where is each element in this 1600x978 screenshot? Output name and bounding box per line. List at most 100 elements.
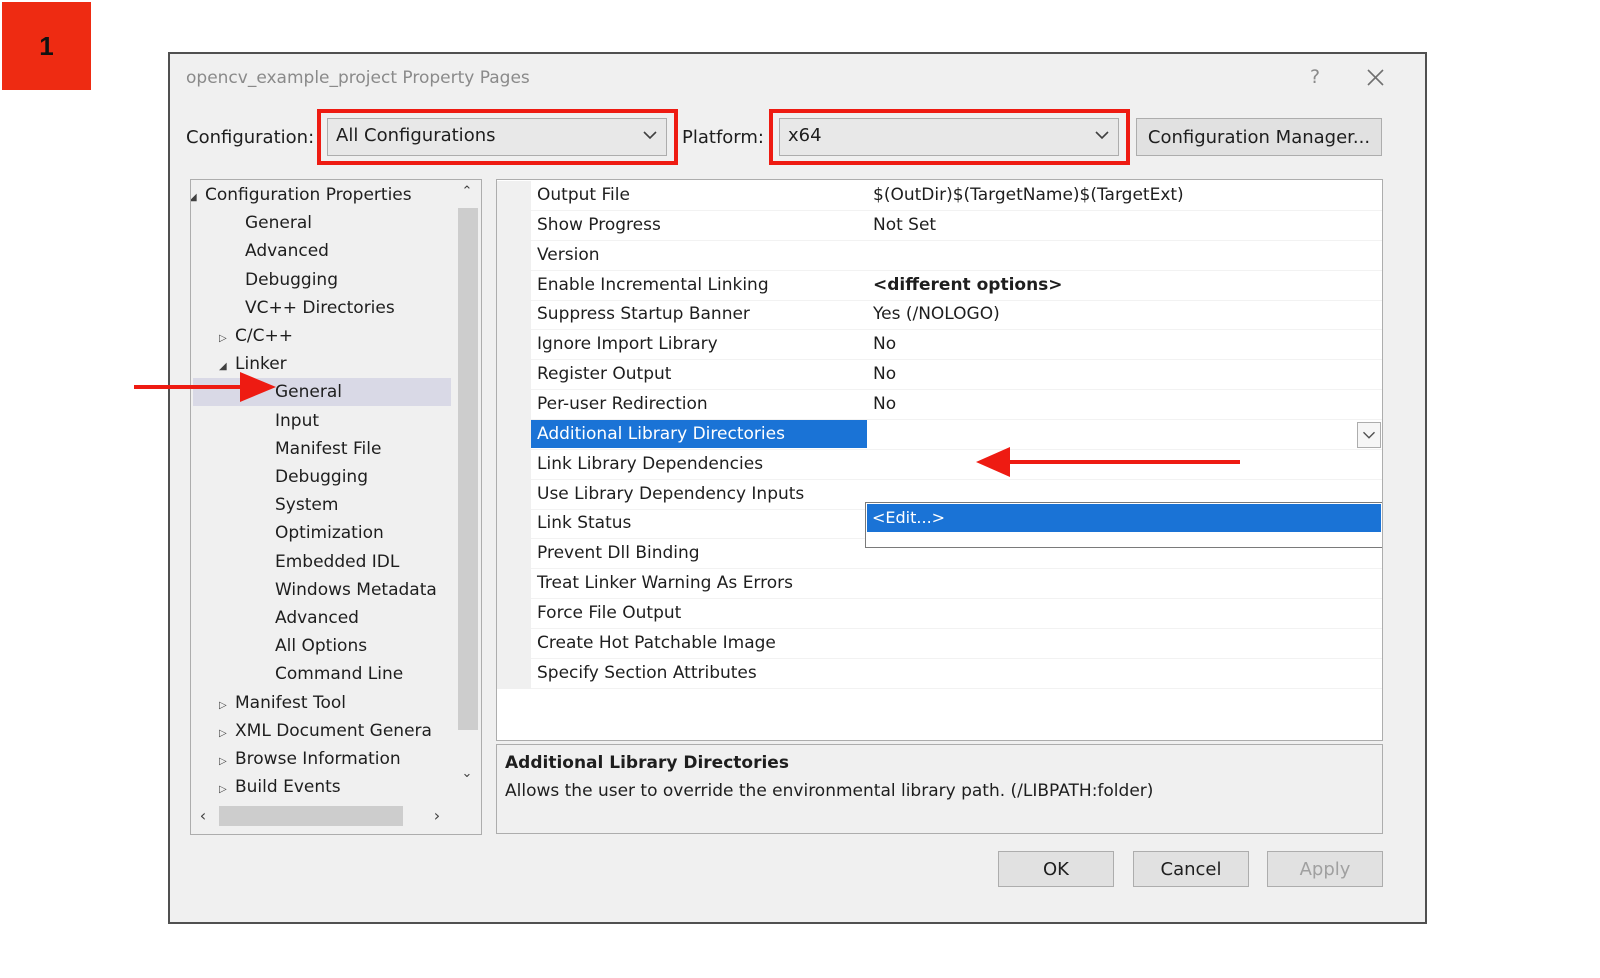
- property-row[interactable]: Show Progress Not Set: [497, 210, 1382, 241]
- property-value[interactable]: No: [873, 334, 896, 354]
- tree-item[interactable]: General: [193, 378, 451, 407]
- property-name: Register Output: [537, 364, 672, 385]
- property-name: Create Hot Patchable Image: [537, 632, 776, 653]
- tree-item[interactable]: Advanced: [191, 237, 453, 265]
- tree-item-label: System: [275, 495, 339, 516]
- tree-item-label: Advanced: [275, 608, 359, 628]
- row-gutter: [497, 628, 531, 659]
- property-name: Suppress Startup Banner: [537, 304, 750, 325]
- tree-item-label: Manifest File: [275, 438, 382, 459]
- vertical-scroll-thumb[interactable]: [458, 208, 478, 730]
- tree-item[interactable]: ▷ Build Events: [191, 773, 453, 801]
- property-row[interactable]: Treat Linker Warning As Errors: [497, 569, 1382, 600]
- tree-item-label: Debugging: [275, 467, 368, 487]
- cancel-button[interactable]: Cancel: [1133, 851, 1249, 887]
- property-row[interactable]: Output File $(OutDir)$(TargetName)$(Targe…: [497, 181, 1382, 211]
- tree-item[interactable]: ▷ Manifest Tool: [191, 689, 453, 717]
- scroll-down-icon[interactable]: ⌄: [457, 766, 477, 781]
- property-value[interactable]: No: [873, 394, 896, 414]
- collapsed-triangle-icon[interactable]: ▷: [219, 748, 235, 776]
- property-row[interactable]: Ignore Import Library No: [497, 330, 1382, 361]
- row-gutter: [497, 419, 531, 450]
- property-value[interactable]: Not Set: [873, 215, 936, 235]
- apply-button[interactable]: Apply: [1267, 851, 1383, 887]
- property-name: Show Progress: [537, 214, 661, 235]
- tree-item[interactable]: Advanced: [191, 604, 453, 632]
- configuration-highlight-box: [317, 109, 678, 165]
- property-name: Per-user Redirection: [537, 393, 708, 414]
- tree-item[interactable]: Debugging: [191, 463, 453, 491]
- row-gutter: [497, 598, 531, 629]
- property-row[interactable]: Force File Output: [497, 598, 1382, 629]
- row-gutter: [497, 389, 531, 420]
- row-gutter: [497, 181, 531, 211]
- tree-item[interactable]: Input: [191, 407, 453, 435]
- tree-item[interactable]: ▷ XML Document Genera: [191, 717, 453, 745]
- dropdown-list: <Edit...>: [865, 502, 1382, 548]
- scroll-right-icon[interactable]: ›: [427, 806, 447, 825]
- collapsed-triangle-icon[interactable]: ▷: [219, 776, 235, 804]
- property-row[interactable]: Enable Incremental Linking <different opt…: [497, 270, 1382, 301]
- tree-item[interactable]: General: [191, 209, 453, 237]
- tree-item[interactable]: Optimization: [191, 519, 453, 547]
- configuration-manager-button[interactable]: Configuration Manager...: [1136, 118, 1382, 156]
- property-row[interactable]: Register Output No: [497, 360, 1382, 391]
- dropdown-toggle-button[interactable]: [1357, 421, 1381, 448]
- property-name: Ignore Import Library: [537, 334, 718, 355]
- ok-button[interactable]: OK: [998, 851, 1114, 887]
- description-panel: Additional Library Directories Allows th…: [496, 744, 1383, 834]
- tree-item-label: Windows Metadata: [275, 579, 437, 600]
- tree-item[interactable]: System: [191, 491, 453, 519]
- property-row[interactable]: Version: [497, 240, 1382, 271]
- property-row[interactable]: Additional Library Directories: [497, 419, 1382, 450]
- tree-item-label: VC++ Directories: [245, 297, 395, 318]
- property-name: Link Library Dependencies: [537, 453, 764, 474]
- tree-horizontal-scrollbar[interactable]: ‹ ›: [191, 802, 453, 832]
- tree-item[interactable]: ◢Configuration Properties: [191, 181, 453, 209]
- tree-item-label: Embedded IDL: [275, 551, 400, 572]
- tree-item-label: General: [245, 213, 312, 234]
- property-value[interactable]: No: [873, 364, 896, 384]
- tree-item[interactable]: Debugging: [191, 266, 453, 294]
- property-name: Output File: [537, 185, 630, 205]
- tree-item-label: Build Events: [235, 777, 341, 798]
- tree-item-label: Browse Information: [235, 749, 401, 769]
- expanded-triangle-icon[interactable]: ◢: [219, 353, 235, 381]
- tree-item[interactable]: ▷ C/C++: [191, 322, 453, 350]
- edit-option[interactable]: <Edit...>: [867, 504, 1381, 532]
- tree-item[interactable]: Embedded IDL: [191, 548, 453, 576]
- tree-item[interactable]: ◢ Linker: [191, 350, 453, 378]
- property-name: Use Library Dependency Inputs: [537, 483, 805, 504]
- property-tree: ◢Configuration Properties General Advanced…: [190, 179, 482, 835]
- tree-item[interactable]: All Options: [191, 632, 453, 660]
- collapsed-triangle-icon[interactable]: ▷: [219, 325, 235, 353]
- tree-item[interactable]: Windows Metadata: [191, 576, 453, 604]
- help-button[interactable]: ?: [1300, 66, 1330, 88]
- property-name: Link Status: [537, 513, 632, 534]
- property-name: Additional Library Directories: [537, 423, 785, 444]
- property-row[interactable]: Specify Section Attributes: [497, 658, 1382, 689]
- property-value[interactable]: Yes (/NOLOGO): [873, 304, 1000, 324]
- horizontal-scroll-thumb[interactable]: [219, 806, 403, 826]
- scroll-up-icon[interactable]: ⌃: [457, 184, 477, 199]
- tree-item[interactable]: VC++ Directories: [191, 294, 453, 322]
- property-value[interactable]: <different options>: [873, 275, 1063, 295]
- expanded-triangle-icon[interactable]: ◢: [191, 184, 205, 212]
- step-number-badge: 1: [2, 2, 91, 90]
- property-row[interactable]: Create Hot Patchable Image: [497, 628, 1382, 659]
- tree-item[interactable]: Manifest File: [191, 435, 453, 463]
- property-row[interactable]: Link Library Dependencies: [497, 449, 1382, 480]
- scroll-left-icon[interactable]: ‹: [193, 806, 213, 825]
- property-name: Prevent Dll Binding: [537, 543, 700, 564]
- collapsed-triangle-icon[interactable]: ▷: [219, 720, 235, 748]
- tree-vertical-scrollbar[interactable]: ⌃ ⌄: [453, 180, 481, 788]
- close-button[interactable]: [1360, 63, 1392, 93]
- tree-item[interactable]: Command Line: [191, 660, 453, 688]
- property-row[interactable]: Per-user Redirection No: [497, 389, 1382, 420]
- row-gutter: [497, 539, 531, 570]
- property-row[interactable]: Suppress Startup Banner Yes (/NOLOGO): [497, 300, 1382, 331]
- tree-item[interactable]: ▷ Browse Information: [191, 745, 453, 773]
- collapsed-triangle-icon[interactable]: ▷: [219, 692, 235, 720]
- property-value[interactable]: $(OutDir)$(TargetName)$(TargetExt): [873, 185, 1184, 205]
- tree-item-label: General: [275, 382, 342, 403]
